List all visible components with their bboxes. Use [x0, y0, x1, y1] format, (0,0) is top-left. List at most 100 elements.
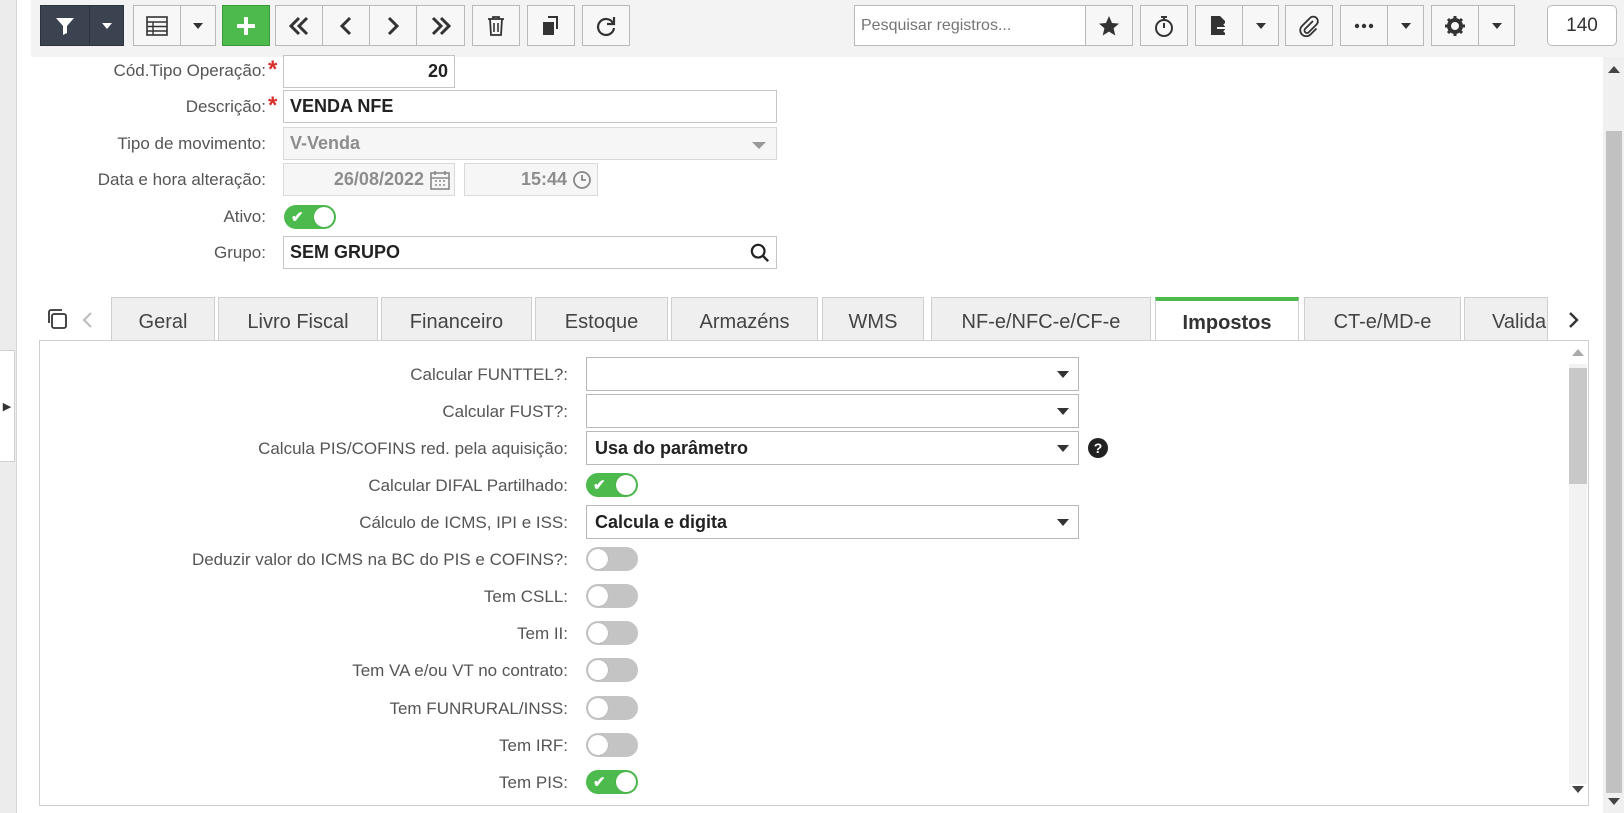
deduzir-icms-label: Deduzir valor do ICMS na BC do PIS e COF…: [191, 550, 568, 569]
add-record-button[interactable]: [222, 5, 270, 46]
tab-nfe[interactable]: NF-e/NFC-e/CF-e: [931, 297, 1151, 340]
ellipsis-icon: [1354, 23, 1374, 28]
ativo-toggle[interactable]: ✔: [284, 205, 336, 229]
icms-value: Calcula e digita: [595, 511, 728, 532]
piscofins-select[interactable]: Usa do parâmetro: [586, 431, 1079, 465]
gear-icon: [1445, 15, 1465, 36]
toggle-knob: [588, 735, 608, 755]
piscofins-value: Usa do parâmetro: [595, 437, 749, 458]
copy-icon: [543, 15, 558, 35]
first-record-button[interactable]: [275, 5, 323, 46]
chevron-right-icon: [387, 16, 400, 35]
scrollbar-thumb[interactable]: [1569, 368, 1587, 484]
timer-button[interactable]: [1140, 5, 1188, 46]
tipo-movimento-value: V-Venda: [290, 133, 361, 153]
toggle-knob: [588, 549, 608, 569]
scroll-down-icon[interactable]: [1607, 797, 1621, 807]
scrollbar-thumb[interactable]: [1606, 131, 1622, 793]
search-input[interactable]: [859, 15, 1083, 36]
scroll-down-icon[interactable]: [1571, 785, 1585, 795]
copy-tabs-icon[interactable]: [45, 307, 69, 331]
time-value: 15:44: [520, 169, 567, 189]
settings-button[interactable]: [1431, 5, 1479, 46]
icms-select[interactable]: Calcula e digita: [586, 505, 1079, 539]
descricao-label: Descrição:: [185, 97, 266, 116]
tab-cte-mde[interactable]: CT-e/MD-e: [1304, 297, 1461, 340]
double-chevron-right-icon: [431, 16, 451, 35]
tab-armazens[interactable]: Armazéns: [671, 297, 818, 340]
scroll-up-icon[interactable]: [1607, 64, 1621, 74]
toggle-knob: [588, 586, 608, 606]
filter-dropdown-button[interactable]: [89, 5, 124, 46]
tab-impostos[interactable]: Impostos: [1155, 297, 1299, 341]
plus-icon: [237, 16, 255, 35]
help-icon[interactable]: ?: [1087, 437, 1109, 459]
tabs-scroll-right-icon[interactable]: [1566, 310, 1580, 330]
search-icon[interactable]: [750, 243, 770, 263]
expand-panel-handle[interactable]: ▶: [0, 350, 15, 462]
caret-down-icon: [101, 22, 112, 29]
scroll-up-icon[interactable]: [1571, 347, 1585, 357]
star-icon: [1099, 15, 1119, 35]
cod-tipo-operacao-input[interactable]: 20: [283, 55, 455, 88]
tem-ii-toggle[interactable]: [586, 621, 638, 645]
delete-button[interactable]: [472, 5, 520, 46]
duplicate-button[interactable]: [527, 5, 575, 46]
cod-tipo-operacao-label: Cód.Tipo Operação:: [113, 61, 266, 80]
difal-label: Calcular DIFAL Partilhado:: [368, 476, 568, 495]
tipo-movimento-select: V-Venda: [283, 127, 777, 160]
funttel-select[interactable]: [586, 357, 1079, 391]
export-dropdown-button[interactable]: [1242, 5, 1279, 46]
svg-text:?: ?: [1094, 440, 1103, 456]
toggle-knob: [616, 475, 636, 495]
icms-label: Cálculo de ICMS, IPI e ISS:: [359, 513, 568, 532]
favorite-button[interactable]: [1085, 5, 1133, 46]
settings-dropdown-button[interactable]: [1478, 5, 1515, 46]
tab-label: Livro Fiscal: [247, 311, 349, 333]
tab-livro-fiscal[interactable]: Livro Fiscal: [218, 297, 378, 340]
grid-dropdown-button[interactable]: [180, 5, 216, 46]
attachment-button[interactable]: [1285, 5, 1333, 46]
tem-funrural-toggle[interactable]: [586, 696, 638, 720]
page-scrollbar[interactable]: [1603, 57, 1624, 813]
tab-geral[interactable]: Geral: [111, 297, 215, 340]
filter-button[interactable]: [40, 5, 90, 46]
grupo-label: Grupo:: [214, 243, 266, 262]
tem-va-vt-toggle[interactable]: [586, 658, 638, 682]
panel-scrollbar[interactable]: [1566, 344, 1588, 804]
grupo-value: SEM GRUPO: [290, 242, 401, 262]
date-input: 26/08/2022: [283, 163, 455, 196]
tem-csll-label: Tem CSLL:: [483, 587, 568, 606]
toggle-knob: [588, 660, 608, 680]
export-button[interactable]: [1195, 5, 1243, 46]
tem-pis-toggle[interactable]: ✔: [586, 770, 638, 794]
grupo-input[interactable]: SEM GRUPO: [283, 236, 777, 269]
check-icon: ✔: [593, 477, 606, 494]
tab-financeiro[interactable]: Financeiro: [381, 297, 532, 340]
caret-down-icon: [1057, 408, 1069, 415]
previous-record-button[interactable]: [322, 5, 370, 46]
tab-wms[interactable]: WMS: [822, 297, 924, 340]
next-record-button[interactable]: [369, 5, 417, 46]
refresh-button[interactable]: [582, 5, 630, 46]
last-record-button[interactable]: [416, 5, 465, 46]
more-options-dropdown-button[interactable]: [1387, 5, 1424, 46]
tem-irf-toggle[interactable]: [586, 733, 638, 757]
fust-select[interactable]: [586, 394, 1079, 428]
tem-irf-label: Tem IRF:: [499, 736, 568, 755]
tem-csll-toggle[interactable]: [586, 584, 638, 608]
double-chevron-left-icon: [288, 16, 309, 35]
file-export-icon: [1211, 15, 1229, 35]
descricao-input[interactable]: VENDA NFE: [283, 90, 777, 123]
caret-down-icon: [1057, 371, 1069, 378]
tab-valida[interactable]: Valida: [1464, 297, 1548, 340]
deduzir-icms-toggle[interactable]: [586, 547, 638, 571]
more-options-button[interactable]: [1340, 5, 1388, 46]
tabs-scroll-left-icon[interactable]: [81, 310, 95, 330]
date-value: 26/08/2022: [333, 169, 424, 189]
tab-estoque[interactable]: Estoque: [535, 297, 668, 340]
paperclip-icon: [1299, 15, 1319, 37]
difal-toggle[interactable]: ✔: [586, 473, 638, 497]
time-input: 15:44: [464, 163, 598, 196]
grid-view-button[interactable]: [133, 5, 181, 46]
